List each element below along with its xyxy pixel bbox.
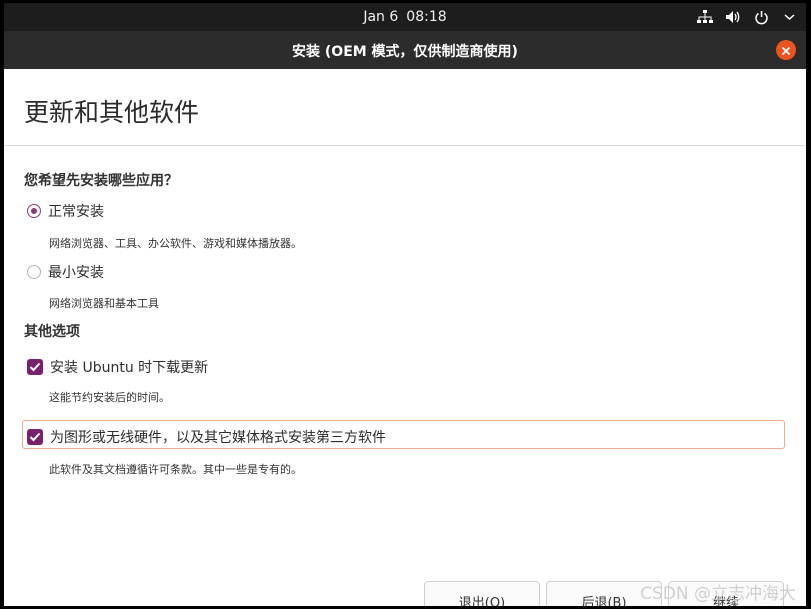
download-updates-checkbox[interactable]: 安装 Ubuntu 时下载更新 [27,357,208,377]
normal-install-radio[interactable]: 正常安装 [27,201,104,221]
download-updates-label[interactable]: 安装 Ubuntu 时下载更新 [50,357,208,377]
network-icon[interactable] [696,8,714,26]
checkmark-icon [29,362,41,372]
quit-button[interactable]: 退出(Q) [424,581,540,606]
power-icon[interactable] [752,8,770,26]
radio-button[interactable] [27,204,41,218]
third-party-software-desc: 此软件及其文档遵循许可条款。其中一些是专有的。 [49,463,302,476]
minimal-install-radio[interactable]: 最小安装 [27,262,104,282]
system-tray[interactable] [696,8,798,26]
download-updates-desc: 这能节约安装后的时间。 [49,391,170,404]
minimal-install-desc: 网络浏览器和基本工具 [49,297,159,310]
clock-time: 08:18 [406,9,447,25]
clock-date: Jan 6 [363,9,399,25]
normal-install-desc: 网络浏览器、工具、办公软件、游戏和媒体播放器。 [49,237,302,250]
volume-icon[interactable] [724,8,742,26]
watermark: CSDN @立志冲海大 [640,584,796,604]
minimal-install-label[interactable]: 最小安装 [48,262,104,282]
page-header: 更新和其他软件 [4,69,806,146]
page-title: 更新和其他软件 [24,98,200,127]
top-panel: Jan 6 08:18 [4,3,806,31]
close-button[interactable] [776,40,796,60]
third-party-software-label[interactable]: 为图形或无线硬件，以及其它媒体格式安装第三方软件 [50,427,386,447]
chevron-down-icon[interactable] [780,8,798,26]
other-options-heading: 其他选项 [24,324,80,340]
checkmark-icon [29,432,41,442]
window-title: 安装 (OEM 模式，仅供制造商使用) [292,44,518,60]
radio-button[interactable] [27,265,41,279]
checkbox[interactable] [27,429,43,445]
installer-screen: Jan 6 08:18 安装 (OEM 模式，仅供制造商使用) 更新和其他软件 … [4,3,806,606]
window-titlebar: 安装 (OEM 模式，仅供制造商使用) [4,31,806,69]
third-party-software-checkbox[interactable]: 为图形或无线硬件，以及其它媒体格式安装第三方软件 [27,427,386,447]
install-type-heading: 您希望先安装哪些应用？ [24,173,178,189]
normal-install-label[interactable]: 正常安装 [48,201,104,221]
close-icon [781,41,791,60]
clock[interactable]: Jan 6 08:18 [4,9,806,25]
checkbox[interactable] [27,359,43,375]
